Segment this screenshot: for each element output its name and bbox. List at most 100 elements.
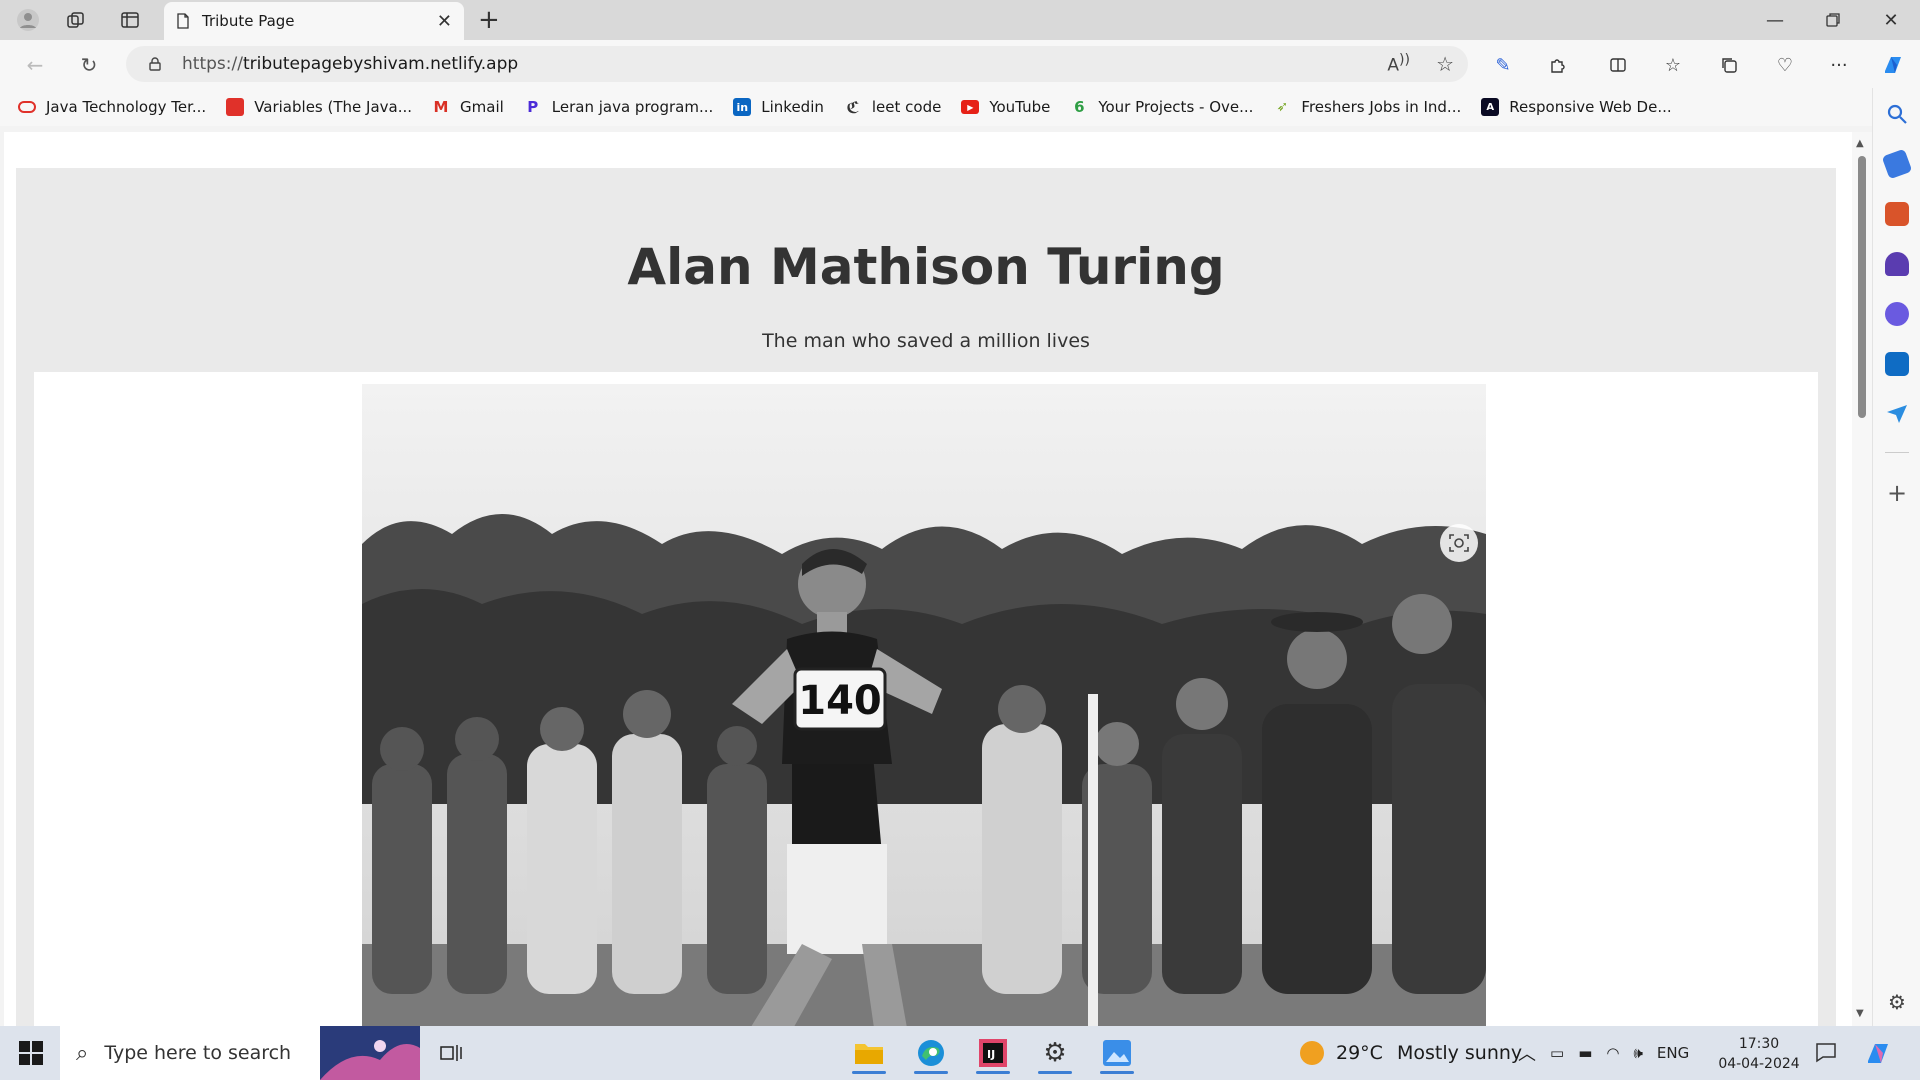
turing-running-photo: 140: [362, 384, 1486, 1026]
notifications-icon[interactable]: [1814, 1040, 1840, 1066]
weather-sun-icon: [1300, 1041, 1324, 1065]
more-menu-icon[interactable]: ···: [1824, 50, 1854, 80]
meet-now-icon[interactable]: ▭: [1550, 1044, 1564, 1062]
refresh-icon[interactable]: ↻: [74, 50, 104, 80]
games-chess-icon[interactable]: [1885, 252, 1909, 276]
search-icon[interactable]: [1885, 102, 1909, 126]
p-icon: P: [527, 98, 539, 116]
temperature: 29°C: [1336, 1042, 1383, 1064]
chevron-up-icon[interactable]: ︿: [1518, 1040, 1536, 1066]
battery-icon[interactable]: ▬: [1578, 1044, 1592, 1062]
clock-time: 17:30: [1738, 1036, 1780, 1052]
main-content: Alan Mathison Turing The man who saved a…: [16, 168, 1836, 1026]
minimize-button[interactable]: —: [1752, 6, 1798, 34]
add-icon[interactable]: +: [1885, 481, 1909, 506]
page-scrollbar[interactable]: ▲ ▼: [1852, 132, 1872, 1026]
linkedin-icon: in: [733, 98, 752, 116]
volume-icon[interactable]: 🕪: [1633, 1044, 1642, 1062]
bookmark-responsive-web[interactable]: A Responsive Web De...: [1481, 98, 1672, 116]
page-viewport: Alan Mathison Turing The man who saved a…: [4, 132, 1852, 1026]
send-icon[interactable]: [1885, 402, 1909, 426]
bookmark-variables[interactable]: Variables (The Java...: [226, 98, 412, 116]
bookmark-youtube[interactable]: ▶ YouTube: [961, 98, 1050, 116]
scroll-up-arrow-icon[interactable]: ▲: [1856, 138, 1864, 149]
url-text[interactable]: https://tributepagebyshivam.netlify.app: [182, 54, 518, 74]
search-placeholder: Type here to search: [104, 1042, 292, 1064]
vertical-tabs-icon[interactable]: [116, 6, 144, 34]
task-view-icon[interactable]: [428, 1032, 474, 1074]
bookmark-your-projects[interactable]: 6 Your Projects - Ove...: [1070, 98, 1253, 116]
navigation-bar: ← ↻ https://tributepagebyshivam.netlify.…: [0, 40, 1920, 88]
windows-taskbar: ⌕ Type here to search IJ ⚙ 29°C Mostly s…: [0, 1026, 1920, 1080]
wifi-icon[interactable]: ◠: [1606, 1044, 1619, 1062]
bookmark-leet-code[interactable]: ℭ leet code: [844, 97, 941, 117]
tab-tribute-page[interactable]: Tribute Page ✕: [164, 2, 464, 40]
photos-app-icon[interactable]: [1094, 1032, 1140, 1074]
close-tab-icon[interactable]: ✕: [437, 11, 452, 32]
profile-icon[interactable]: [14, 6, 42, 34]
oracle-icon: [226, 98, 245, 116]
page-icon: [177, 13, 189, 29]
restore-button[interactable]: [1810, 6, 1856, 34]
settings-gear-icon[interactable]: ⚙: [1885, 990, 1909, 1014]
edge-sidebar: + ⚙: [1872, 88, 1920, 1026]
workspaces-icon[interactable]: [62, 6, 90, 34]
language-indicator[interactable]: ENG: [1657, 1044, 1689, 1062]
bookmark-gmail[interactable]: M Gmail: [432, 98, 504, 116]
taskbar-search-box[interactable]: ⌕ Type here to search: [60, 1026, 420, 1080]
tab-bar: Tribute Page ✕ + — ✕: [0, 0, 1920, 40]
split-screen-icon[interactable]: [1603, 50, 1633, 80]
tools-briefcase-icon[interactable]: [1885, 202, 1909, 226]
weather-condition: Mostly sunny: [1396, 1042, 1523, 1064]
bib-number: 140: [798, 678, 882, 724]
scroll-down-arrow-icon[interactable]: ▼: [1856, 1008, 1864, 1019]
intellij-idea-icon[interactable]: IJ: [970, 1032, 1016, 1074]
clock-date: 04-04-2024: [1718, 1056, 1800, 1072]
collections-icon[interactable]: [1714, 50, 1744, 80]
copilot-icon[interactable]: [1878, 50, 1908, 80]
bookmark-leran-java[interactable]: P Leran java program...: [524, 98, 713, 116]
bookmark-java-technology[interactable]: Java Technology Ter...: [18, 98, 206, 116]
freecodecamp-icon: A: [1481, 98, 1500, 116]
weather-widget[interactable]: 29°C Mostly sunny: [1300, 1026, 1522, 1080]
visual-search-icon[interactable]: [1440, 524, 1478, 562]
shopping-tag-icon[interactable]: [1881, 148, 1913, 180]
edge-browser-icon[interactable]: [908, 1032, 954, 1074]
active-indicator: [852, 1071, 886, 1074]
favorite-star-icon[interactable]: ☆: [1436, 52, 1454, 76]
jobs-icon: ➶: [1276, 99, 1289, 115]
windows-start-icon[interactable]: [18, 1040, 44, 1066]
project-icon: 6: [1074, 98, 1085, 116]
address-bar[interactable]: https://tributepagebyshivam.netlify.app …: [126, 46, 1468, 82]
active-indicator: [914, 1071, 948, 1074]
search-highlight-art-icon: [320, 1026, 420, 1080]
system-tray: ︿ ▭ ▬ ◠ 🕪 ENG: [1518, 1026, 1689, 1080]
favorites-icon[interactable]: ☆: [1658, 50, 1688, 80]
page-title: Alan Mathison Turing: [627, 238, 1225, 296]
active-indicator: [976, 1071, 1010, 1074]
new-tab-button[interactable]: +: [478, 6, 500, 34]
lock-icon[interactable]: [148, 57, 162, 71]
back-arrow-icon[interactable]: ←: [20, 50, 50, 80]
photo-illustration: 140: [362, 384, 1486, 1026]
browser-essentials-icon[interactable]: ♡: [1770, 50, 1800, 80]
read-aloud-icon[interactable]: A)): [1387, 52, 1410, 76]
scrollbar-thumb[interactable]: [1858, 156, 1866, 418]
bookmarks-bar: Java Technology Ter... Variables (The Ja…: [0, 88, 1872, 126]
bookmark-freshers-jobs[interactable]: ➶ Freshers Jobs in Ind...: [1273, 98, 1462, 116]
oracle-icon: [18, 101, 36, 113]
leetcode-icon: ℭ: [846, 97, 860, 117]
clock[interactable]: 17:30 04-04-2024: [1716, 1034, 1802, 1074]
copilot-pen-icon[interactable]: ✎: [1488, 50, 1518, 80]
bookmark-linkedin[interactable]: in Linkedin: [733, 98, 824, 116]
outlook-icon[interactable]: [1885, 352, 1909, 376]
settings-app-icon[interactable]: ⚙: [1032, 1032, 1078, 1074]
youtube-icon: ▶: [961, 100, 980, 114]
sidebar-divider: [1885, 452, 1909, 453]
file-explorer-icon[interactable]: [846, 1032, 892, 1074]
microsoft-365-icon[interactable]: [1885, 302, 1909, 326]
active-indicator: [1100, 1071, 1134, 1074]
extensions-icon[interactable]: [1543, 50, 1573, 80]
close-window-button[interactable]: ✕: [1868, 6, 1914, 34]
copilot-taskbar-icon[interactable]: [1864, 1039, 1892, 1067]
